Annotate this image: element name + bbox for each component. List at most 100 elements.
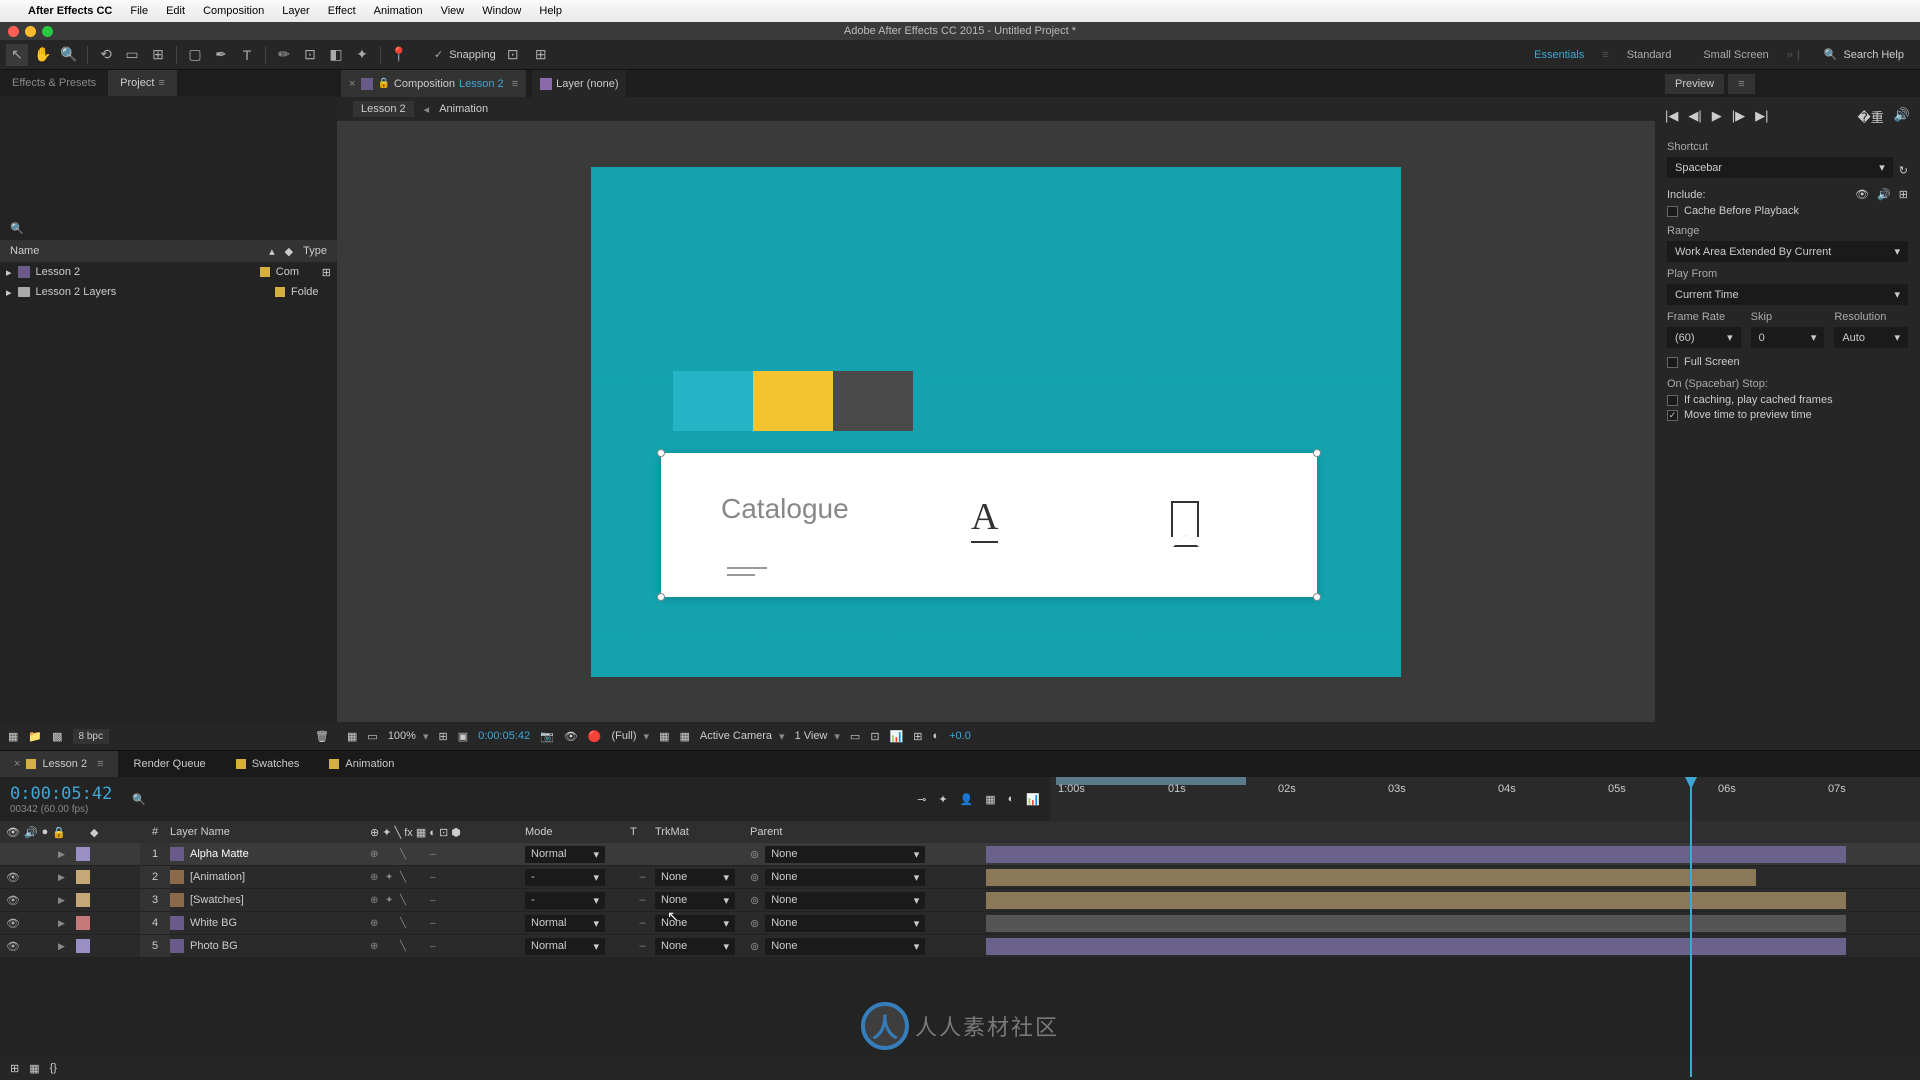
bpc-button[interactable]: 8 bpc xyxy=(73,729,109,744)
alpha-icon[interactable]: ▦ xyxy=(347,730,357,743)
toggle-switches-icon[interactable]: ⊞ xyxy=(10,1062,19,1075)
play-icon[interactable]: ▶ xyxy=(1712,108,1722,124)
roi-icon[interactable]: ▣ xyxy=(458,730,468,743)
shortcut-dropdown[interactable]: Spacebar▾ xyxy=(1667,157,1893,178)
layer-label-color[interactable] xyxy=(76,916,90,930)
last-frame-icon[interactable]: ▶| xyxy=(1755,108,1768,124)
layer-tab[interactable]: Layer (none) xyxy=(532,70,626,97)
shy-switch[interactable]: ⊕ xyxy=(370,895,382,906)
preserve-transparency-icon[interactable]: – xyxy=(630,894,655,906)
pixel-aspect-icon[interactable]: ▭ xyxy=(850,730,860,743)
visibility-toggle-icon[interactable]: 👁 xyxy=(6,917,20,930)
layer-duration-bar[interactable] xyxy=(986,938,1846,955)
collapse-switch[interactable]: ✦ xyxy=(385,895,397,906)
panel-menu-icon[interactable]: ≡ xyxy=(158,77,164,89)
include-audio-icon[interactable]: 🔊 xyxy=(1877,188,1891,201)
timeline-tab-animation[interactable]: Animation xyxy=(315,751,408,777)
parent-dropdown[interactable]: None▾ xyxy=(765,846,925,863)
col-audio-icon[interactable]: 🔊 xyxy=(24,826,38,839)
layer-duration-bar[interactable] xyxy=(986,892,1846,909)
workspace-essentials[interactable]: Essentials xyxy=(1520,45,1598,65)
grid-icon[interactable]: ▦ xyxy=(679,730,689,743)
menu-file[interactable]: File xyxy=(130,5,148,17)
res-icon[interactable]: ⊞ xyxy=(438,730,447,743)
pickwhip-icon[interactable]: ⊚ xyxy=(750,894,759,907)
breadcrumb-item[interactable]: Animation xyxy=(439,103,488,115)
parent-dropdown[interactable]: None▾ xyxy=(765,938,925,955)
viewer-time[interactable]: 0:00:05:42 xyxy=(478,730,530,742)
skip-dropdown[interactable]: 0▾ xyxy=(1751,327,1825,348)
timeline-layer-row[interactable]: ▶1Alpha Matte⊕╲–Normal▾⊚None▾ xyxy=(0,843,1920,866)
menu-edit[interactable]: Edit xyxy=(166,5,185,17)
quality-switch[interactable]: ╲ xyxy=(400,918,412,929)
mute-icon[interactable]: 🔊 xyxy=(1894,107,1910,126)
layer-duration-bar[interactable] xyxy=(986,846,1846,863)
include-overlays-icon[interactable]: ⊞ xyxy=(1899,188,1908,201)
pickwhip-icon[interactable]: ⊚ xyxy=(750,871,759,884)
blend-mode-dropdown[interactable]: -▾ xyxy=(525,892,605,909)
time-ruler[interactable]: 1:00s 01s 02s 03s 04s 05s 06s 07s xyxy=(1050,777,1920,801)
twirl-icon[interactable]: ▶ xyxy=(58,872,72,883)
snap-opt1-icon[interactable]: ⊡ xyxy=(502,44,524,66)
next-frame-icon[interactable]: |▶ xyxy=(1732,108,1745,124)
camera-tool-icon[interactable]: ▭ xyxy=(121,44,143,66)
playhead[interactable] xyxy=(1690,777,1692,1077)
pan-behind-tool-icon[interactable]: ⊞ xyxy=(147,44,169,66)
zoom-dropdown[interactable]: 100% xyxy=(388,730,429,743)
menu-help[interactable]: Help xyxy=(539,5,562,17)
menu-composition[interactable]: Composition xyxy=(203,5,264,17)
effects-switch[interactable]: – xyxy=(430,918,442,929)
col-type[interactable]: Type xyxy=(303,245,327,257)
menu-effect[interactable]: Effect xyxy=(328,5,356,17)
timeline-search-icon[interactable]: 🔍 xyxy=(132,793,146,806)
menu-layer[interactable]: Layer xyxy=(282,5,310,17)
panel-menu-icon[interactable]: ≡ xyxy=(1728,74,1754,94)
snapping-label[interactable]: Snapping xyxy=(449,49,496,61)
composition-canvas[interactable]: Catalogue A xyxy=(591,167,1401,677)
type-tool-icon[interactable]: T xyxy=(236,44,258,66)
comp-name-link[interactable]: Lesson 2 xyxy=(459,78,504,90)
layer-name[interactable]: White BG xyxy=(184,917,370,929)
exposure-value[interactable]: +0.0 xyxy=(949,730,971,742)
visibility-toggle-icon[interactable]: 👁 xyxy=(6,940,20,953)
tab-effects-presets[interactable]: Effects & Presets xyxy=(0,70,108,96)
comp-tab[interactable]: × 🔒 Composition Lesson 2 ≡ xyxy=(341,70,526,97)
brush-tool-icon[interactable]: ✏ xyxy=(273,44,295,66)
workspace-overflow-icon[interactable]: » xyxy=(1787,49,1793,61)
layer-label-color[interactable] xyxy=(76,847,90,861)
timeline-layer-row[interactable]: 👁▶2[Animation]⊕✦╲–-▾–None▾⊚None▾ xyxy=(0,866,1920,889)
selection-handle[interactable] xyxy=(657,593,665,601)
resolution-dropdown[interactable]: (Full) xyxy=(611,730,649,743)
col-label-icon[interactable]: ◆ xyxy=(285,245,293,258)
col-video-icon[interactable]: 👁 xyxy=(6,826,20,839)
close-tab-icon[interactable]: × xyxy=(349,78,355,90)
new-comp-icon[interactable]: ▩ xyxy=(52,730,62,743)
view-dropdown[interactable]: 1 View xyxy=(795,730,840,743)
effects-switch[interactable]: – xyxy=(430,941,442,952)
toggle-modes-icon[interactable]: ▦ xyxy=(29,1062,39,1075)
interpret-icon[interactable]: ▦ xyxy=(8,730,18,743)
twirl-icon[interactable]: ▸ xyxy=(6,286,12,299)
preserve-transparency-icon[interactable]: – xyxy=(630,917,655,929)
shy-switch[interactable]: ⊕ xyxy=(370,918,382,929)
parent-dropdown[interactable]: None▾ xyxy=(765,892,925,909)
visibility-toggle-icon[interactable]: 👁 xyxy=(6,871,20,884)
selection-tool-icon[interactable]: ↖ xyxy=(6,44,28,66)
playfrom-dropdown[interactable]: Current Time▾ xyxy=(1667,284,1908,305)
blend-mode-dropdown[interactable]: Normal▾ xyxy=(525,846,605,863)
project-search-icon[interactable]: 🔍 xyxy=(10,222,24,235)
trkmat-dropdown[interactable]: None▾ xyxy=(655,892,735,909)
maximize-window-icon[interactable] xyxy=(42,26,53,37)
fullscreen-checkbox[interactable] xyxy=(1667,357,1678,368)
trkmat-dropdown[interactable]: None▾ xyxy=(655,869,735,886)
search-help-input[interactable]: Search Help xyxy=(1843,49,1904,61)
layer-label-color[interactable] xyxy=(76,870,90,884)
effects-switch[interactable]: – xyxy=(430,895,442,906)
blend-mode-dropdown[interactable]: Normal▾ xyxy=(525,938,605,955)
project-item-comp[interactable]: ▸ Lesson 2 Com ⊞ xyxy=(0,262,337,282)
layer-label-color[interactable] xyxy=(76,893,90,907)
comp-mini-flowchart-icon[interactable]: ⊸ xyxy=(917,793,926,806)
layer-name[interactable]: Photo BG xyxy=(184,940,370,952)
twirl-icon[interactable]: ▶ xyxy=(58,895,72,906)
current-timecode[interactable]: 0:00:05:42 xyxy=(10,784,112,804)
